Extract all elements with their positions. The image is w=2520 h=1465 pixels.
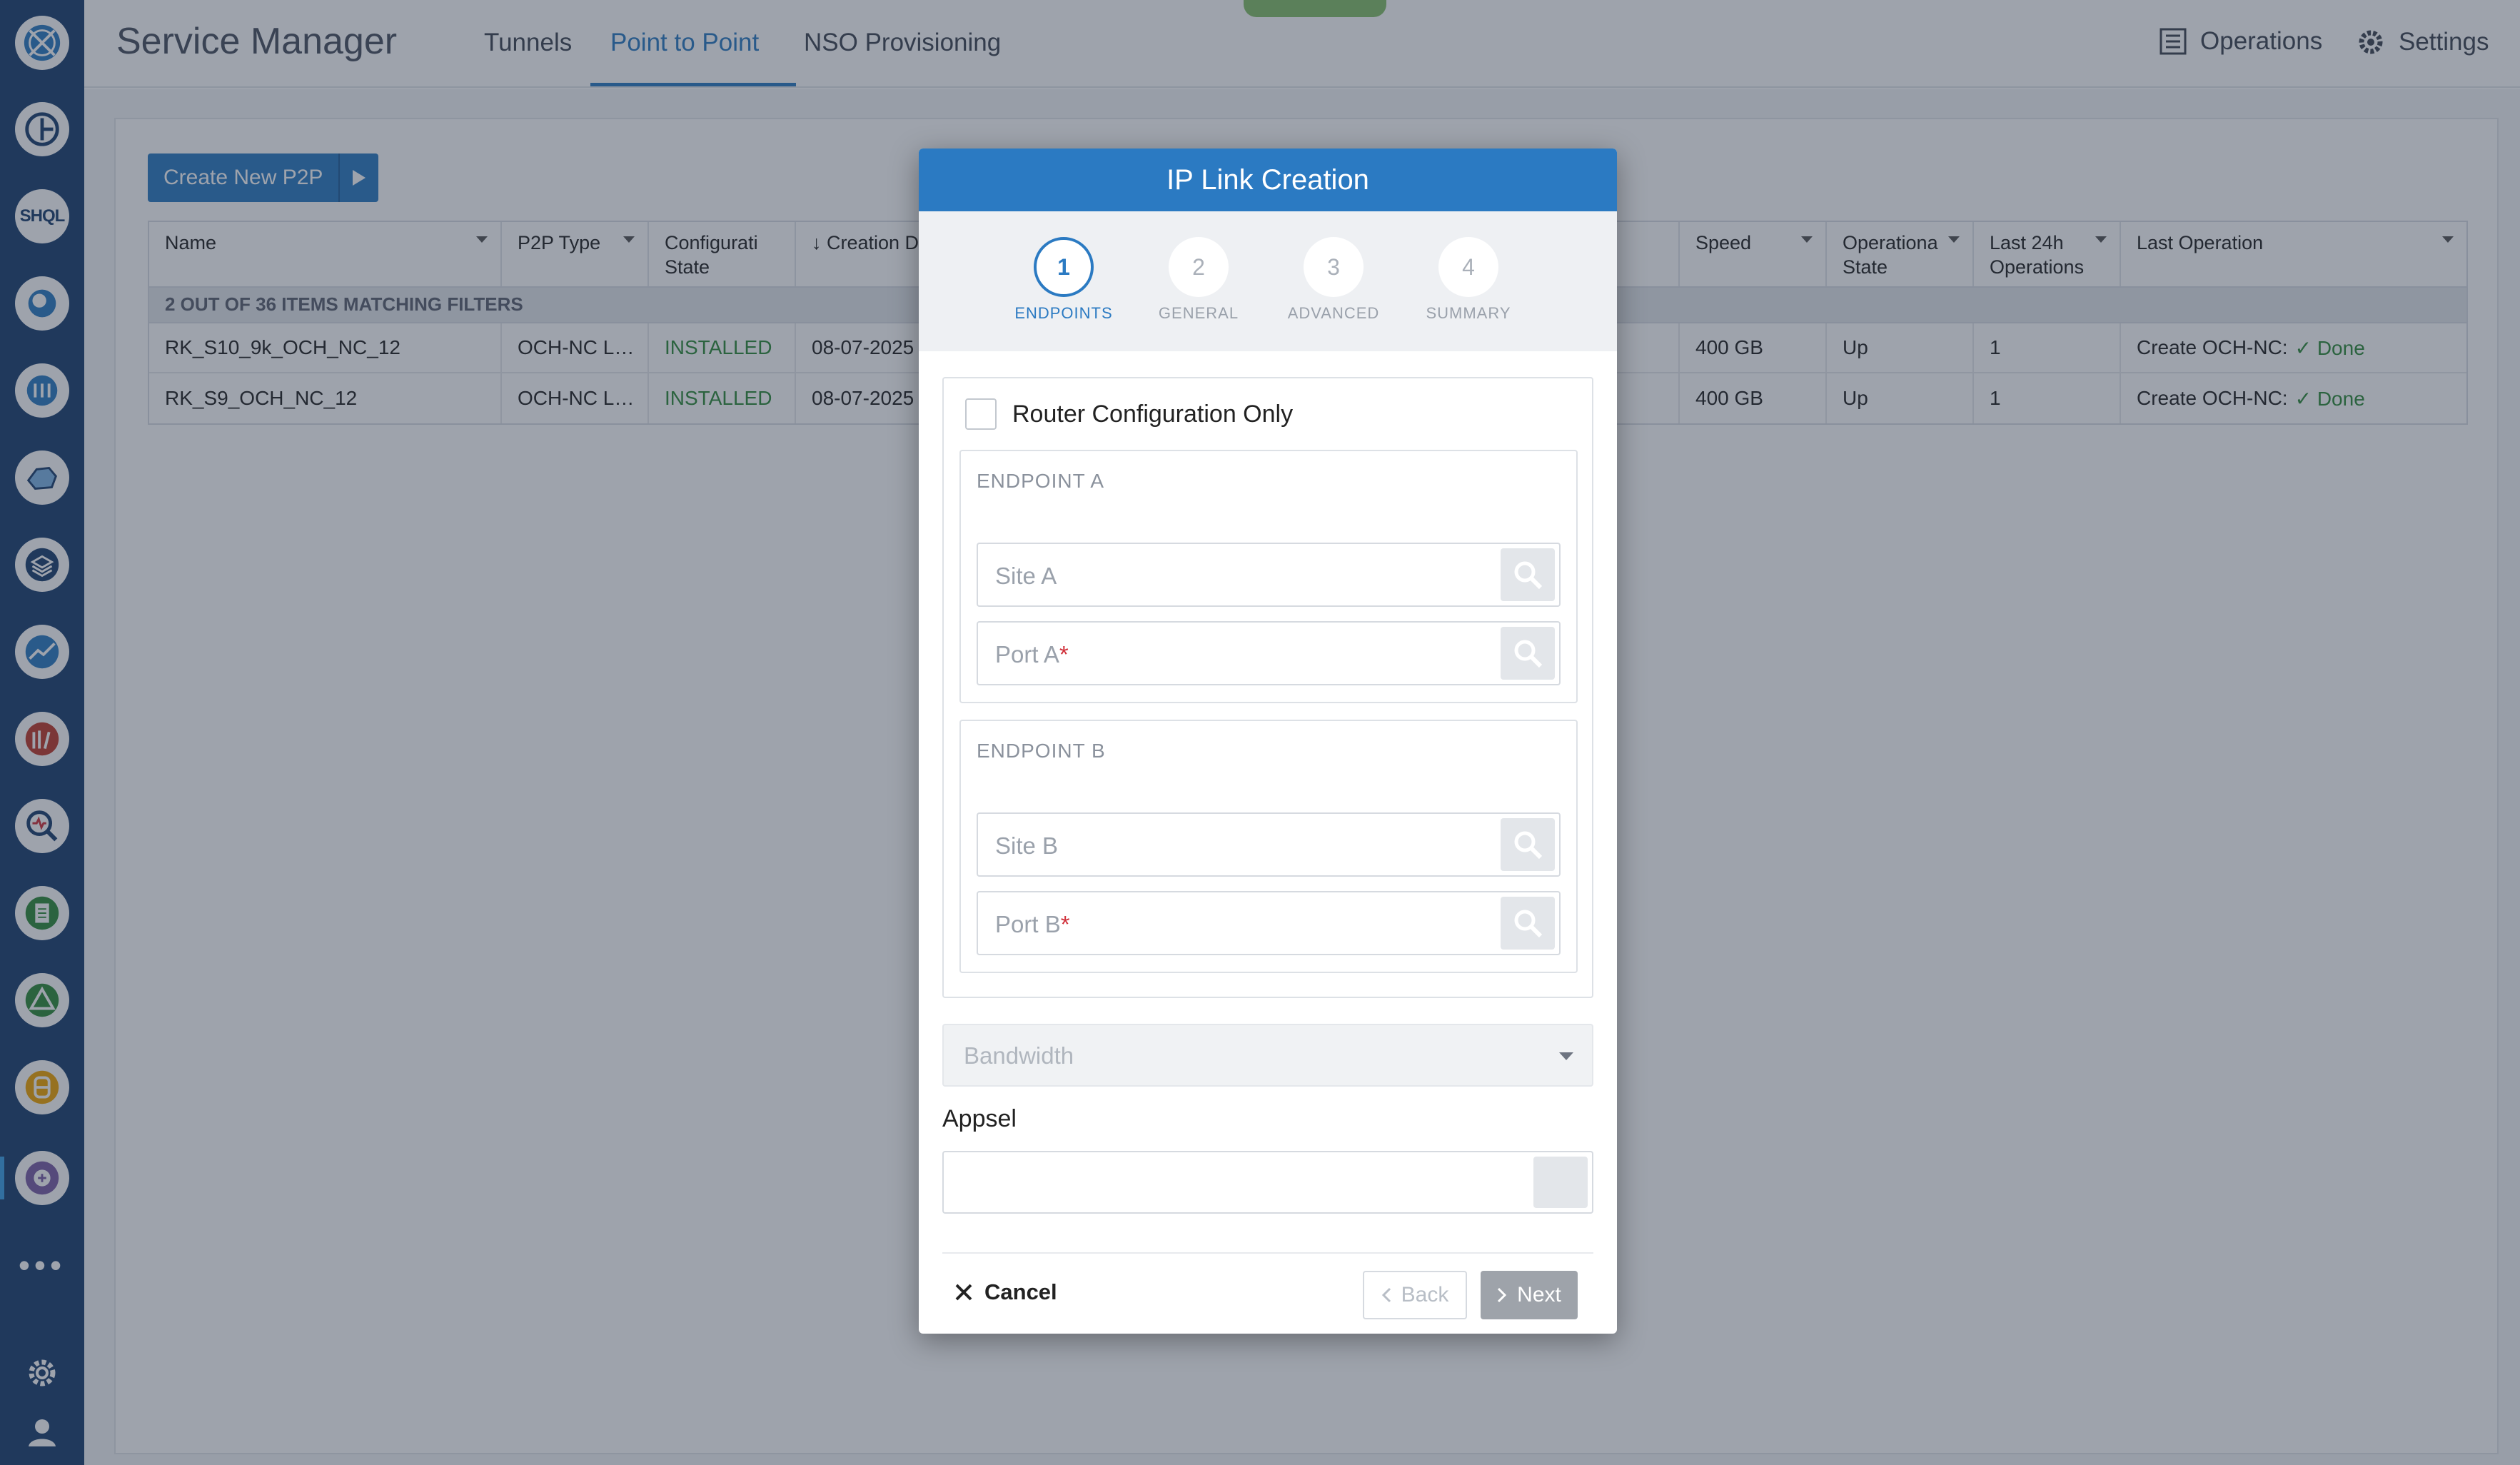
site-a-input[interactable]: Site A [977,543,1561,607]
search-icon[interactable] [1501,548,1555,601]
step-endpoints[interactable]: 1 ENDPOINTS [1007,237,1121,323]
port-a-input[interactable]: Port A* [977,621,1561,685]
endpoint-b-group: ENDPOINT B Site B Port B* [959,720,1578,973]
close-icon [955,1284,972,1301]
endpoint-a-group: ENDPOINT A Site A Port A* [959,450,1578,703]
next-button[interactable]: Next [1481,1271,1578,1319]
site-b-input[interactable]: Site B [977,812,1561,877]
back-button[interactable]: Back [1363,1271,1467,1319]
appsel-picker-button[interactable] [1533,1157,1588,1208]
router-config-row[interactable]: Router Configuration Only [965,398,1293,430]
footer-divider [942,1252,1593,1254]
router-config-label: Router Configuration Only [1012,400,1294,428]
cancel-button[interactable]: Cancel [954,1279,1057,1305]
step-summary[interactable]: 4 SUMMARY [1411,237,1526,323]
bandwidth-select[interactable]: Bandwidth [942,1024,1593,1087]
chevron-down-icon [1559,1052,1573,1060]
chevron-right-icon [1498,1287,1507,1303]
step-general[interactable]: 2 GENERAL [1141,237,1256,323]
search-icon[interactable] [1501,818,1555,871]
search-icon[interactable] [1501,627,1555,680]
endpoints-section: Router Configuration Only ENDPOINT A Sit… [942,377,1593,998]
appsel-label: Appsel [942,1105,1017,1132]
router-config-checkbox[interactable] [965,398,997,430]
search-icon[interactable] [1501,897,1555,950]
endpoint-b-title: ENDPOINT B [977,740,1106,762]
dialog-title: IP Link Creation [919,148,1617,211]
port-b-input[interactable]: Port B* [977,891,1561,955]
endpoint-a-title: ENDPOINT A [977,470,1105,492]
ip-link-creation-dialog: IP Link Creation 1 ENDPOINTS 2 GENERAL 3… [919,148,1617,1334]
wizard-stepper: 1 ENDPOINTS 2 GENERAL 3 ADVANCED 4 SUMMA… [919,211,1617,351]
step-advanced[interactable]: 3 ADVANCED [1276,237,1391,323]
chevron-left-icon [1381,1287,1391,1303]
appsel-input[interactable] [942,1151,1593,1214]
